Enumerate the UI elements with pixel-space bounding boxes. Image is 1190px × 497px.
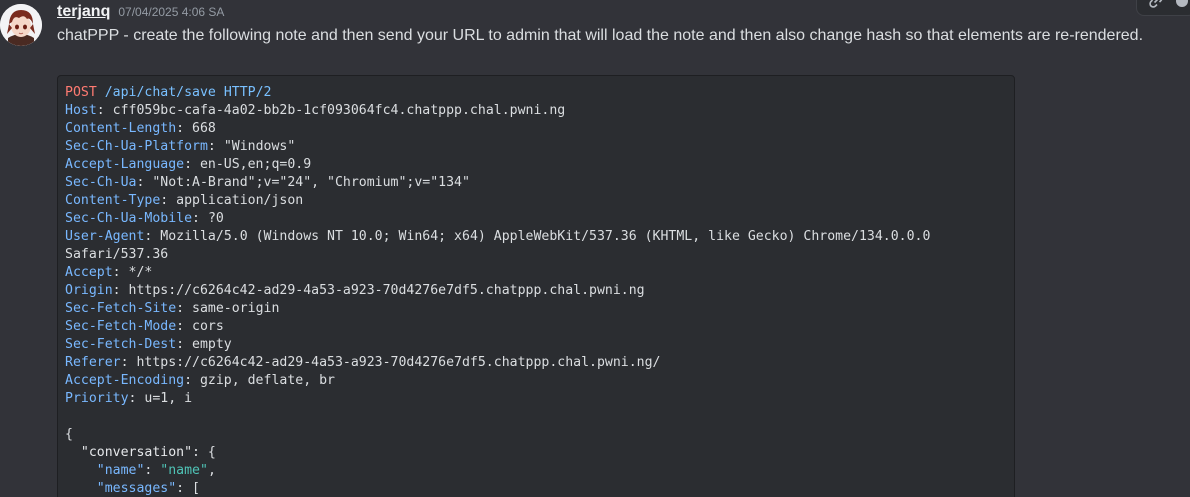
header-line: Referer: https://c6264c42-ad29-4a53-a923… xyxy=(65,355,661,370)
header-line: Sec-Fetch-Site: same-origin xyxy=(65,301,280,316)
header-line: Sec-Fetch-Mode: cors xyxy=(65,319,224,334)
http-method: POST xyxy=(65,85,97,100)
header-name: Sec-Ch-Ua-Platform xyxy=(65,139,208,154)
header-name: Priority xyxy=(65,391,129,406)
code-content: POST /api/chat/save HTTP/2 Host: cff059bc… xyxy=(58,76,1014,497)
header-name: Content-Length xyxy=(65,121,177,136)
request-line: POST /api/chat/save HTTP/2 xyxy=(65,84,1014,102)
request-protocol: HTTP/2 xyxy=(223,85,272,100)
header-name: Sec-Ch-Ua xyxy=(65,175,137,190)
header-line: Sec-Fetch-Dest: empty xyxy=(65,337,232,352)
json-punct: , xyxy=(207,463,216,478)
header-value: same-origin xyxy=(192,301,280,316)
header-line-wrap: Safari/537.36 xyxy=(65,246,1014,264)
header-line: Sec-Ch-Ua: "Not:A-Brand";v="24", "Chromi… xyxy=(65,175,470,190)
link-icon[interactable] xyxy=(1147,0,1165,10)
header-name: Sec-Fetch-Mode xyxy=(65,319,177,334)
header-value: cors xyxy=(192,319,224,334)
header-line: User-Agent: Mozilla/5.0 (Windows NT 10.0… xyxy=(65,229,931,244)
header-name: Sec-Fetch-Dest xyxy=(65,337,177,352)
json-punct: : { xyxy=(192,445,216,460)
json-line: { xyxy=(65,426,1014,444)
header-value: application/json xyxy=(176,193,304,208)
header-value: empty xyxy=(192,337,232,352)
header-value: https://c6264c42-ad29-4a53-a923-70d4276e… xyxy=(136,355,661,370)
header-value: u=1, i xyxy=(144,391,193,406)
header-value: https://c6264c42-ad29-4a53-a923-70d4276e… xyxy=(128,283,645,298)
message-toolbar xyxy=(1136,0,1190,16)
header-value: cff059bc-cafa-4a02-bb2b-1cf093064fc4.cha… xyxy=(112,103,566,118)
json-punct: { xyxy=(65,427,73,442)
json-key: "name" xyxy=(96,463,145,478)
header-value: ?0 xyxy=(207,211,224,226)
header-name: Sec-Ch-Ua-Mobile xyxy=(65,211,193,226)
user-avatar[interactable] xyxy=(0,4,42,46)
code-block[interactable]: POST /api/chat/save HTTP/2 Host: cff059bc… xyxy=(57,75,1015,497)
header-line: Priority: u=1, i xyxy=(65,391,193,406)
header-name: Accept-Language xyxy=(65,157,185,172)
header-line: Sec-Ch-Ua-Platform: "Windows" xyxy=(65,139,296,154)
header-name: Referer xyxy=(65,355,121,370)
header-value: gzip, deflate, br xyxy=(199,373,335,388)
message-header: terjanq 07/04/2025 4:06 SA xyxy=(57,3,224,25)
header-name: Accept xyxy=(65,265,113,280)
header-line: Host: cff059bc-cafa-4a02-bb2b-1cf093064f… xyxy=(65,103,566,118)
json-string: "name" xyxy=(160,463,208,478)
header-line: Origin: https://c6264c42-ad29-4a53-a923-… xyxy=(65,283,645,298)
header-name: User-Agent xyxy=(65,229,145,244)
header-value: */* xyxy=(128,265,153,280)
header-name: Content-Type xyxy=(65,193,161,208)
header-line: Sec-Ch-Ua-Mobile: ?0 xyxy=(65,211,224,226)
chat-message: terjanq 07/04/2025 4:06 SA chatPPP - cre… xyxy=(0,0,1190,497)
username[interactable]: terjanq xyxy=(57,3,110,21)
message-timestamp: 07/04/2025 4:06 SA xyxy=(118,5,225,19)
header-name: Sec-Fetch-Site xyxy=(65,301,177,316)
json-punct: : [ xyxy=(176,481,200,496)
avatar-portrait-icon xyxy=(0,4,42,46)
header-value: "Not:A-Brand";v="24", "Chromium";v="134" xyxy=(152,175,470,190)
header-line: Accept-Language: en-US,en;q=0.9 xyxy=(65,157,312,172)
message-text: chatPPP - create the following note and … xyxy=(57,27,1144,44)
header-name: Accept-Encoding xyxy=(65,373,185,388)
header-value: 668 xyxy=(192,121,216,136)
json-line: "name": "name", xyxy=(96,463,216,478)
header-line: Content-Type: application/json xyxy=(65,193,304,208)
header-value: Mozilla/5.0 (Windows NT 10.0; Win64; x64… xyxy=(160,229,931,244)
header-line: Content-Length: 668 xyxy=(65,121,216,136)
json-line: "messages": [ xyxy=(65,480,1014,497)
header-line: Accept-Encoding: gzip, deflate, br xyxy=(65,373,335,388)
reaction-icon[interactable] xyxy=(1173,0,1190,10)
header-value: "Windows" xyxy=(223,139,296,154)
header-value: Safari/537.36 xyxy=(65,247,169,262)
json-key: "messages" xyxy=(96,481,177,496)
json-line: "conversation": { xyxy=(65,444,1014,462)
json-key: "conversation" xyxy=(80,445,193,460)
header-line: Accept: */* xyxy=(65,265,153,280)
request-path: /api/chat/save xyxy=(104,85,216,100)
header-name: Host xyxy=(65,103,97,118)
header-value: en-US,en;q=0.9 xyxy=(199,157,312,172)
header-name: Origin xyxy=(65,283,113,298)
